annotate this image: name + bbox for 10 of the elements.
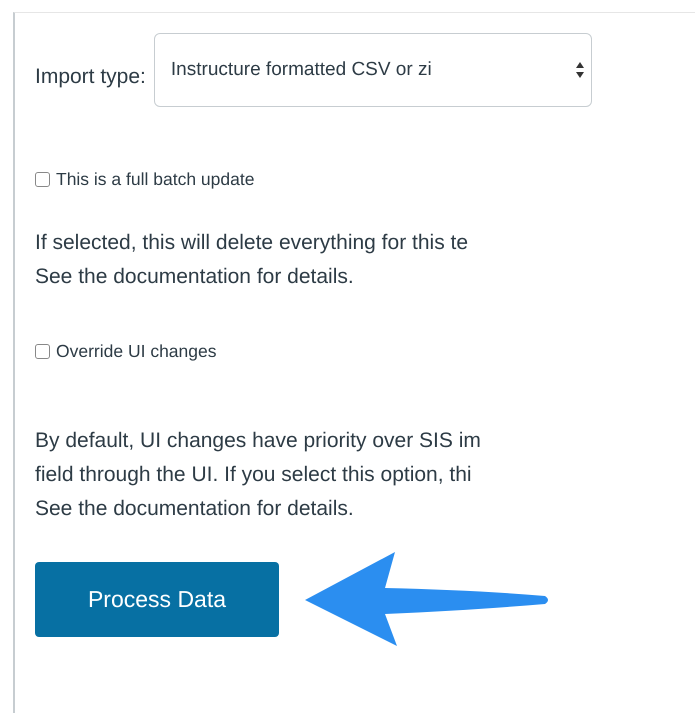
checkbox-label: Override UI changes <box>56 341 216 362</box>
description-paragraph: By default, UI changes have priority over SIS im field through the UI. If you select this option, thi See the documentation for details. <box>35 428 482 522</box>
import-type-select[interactable]: Instructure formatted CSV or zi <box>154 33 592 107</box>
checkbox-label: This is a full batch update <box>56 169 254 190</box>
description-paragraph: If selected, this will delete everything for this te See the documentation for details. <box>35 230 470 290</box>
checkbox[interactable] <box>35 344 50 359</box>
checkbox[interactable] <box>35 172 50 187</box>
process-data-button[interactable]: Process Data <box>35 562 279 636</box>
sort-arrows-icon <box>574 61 585 79</box>
import-type-label: Import type: <box>35 65 146 89</box>
